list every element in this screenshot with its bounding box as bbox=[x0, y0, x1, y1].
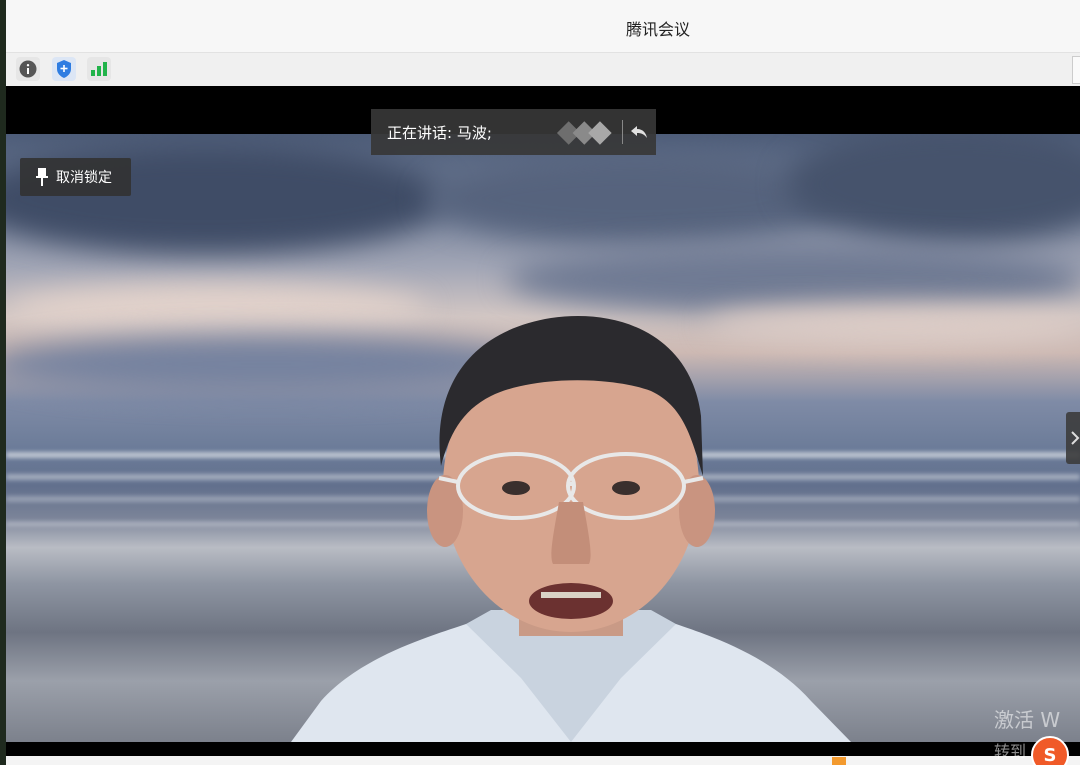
meeting-toolbar bbox=[6, 53, 1080, 86]
expand-panel-button[interactable] bbox=[1066, 412, 1080, 464]
video-feed bbox=[6, 134, 1080, 742]
meeting-window: 腾讯会议 正在讲话: 马波; 取消锁定 激活 W 转到 S bbox=[6, 0, 1080, 765]
info-icon[interactable] bbox=[16, 57, 40, 81]
pin-icon bbox=[28, 167, 56, 187]
unpin-label: 取消锁定 bbox=[56, 170, 112, 186]
undo-arrow-icon[interactable] bbox=[623, 124, 656, 140]
activation-watermark-sub: 转到 bbox=[994, 742, 1027, 761]
signal-icon[interactable] bbox=[87, 57, 111, 81]
bottom-black-bar bbox=[6, 742, 1080, 756]
active-speaker-bar: 正在讲话: 马波; bbox=[371, 109, 656, 155]
toolbar-right-control[interactable] bbox=[1072, 56, 1080, 84]
shield-icon[interactable] bbox=[52, 57, 76, 81]
notification-badge bbox=[832, 757, 846, 765]
active-speaker-label: 正在讲话: 马波; bbox=[387, 123, 492, 142]
speaker-logo-icon bbox=[557, 121, 612, 145]
chevron-right-icon bbox=[1071, 431, 1080, 445]
window-title: 腾讯会议 bbox=[625, 20, 690, 39]
bottom-edge bbox=[6, 756, 1080, 765]
participant-video bbox=[291, 316, 851, 742]
unpin-button[interactable]: 取消锁定 bbox=[20, 158, 131, 196]
title-bar: 腾讯会议 bbox=[6, 0, 1080, 53]
activation-watermark: 激活 W bbox=[994, 708, 1061, 732]
